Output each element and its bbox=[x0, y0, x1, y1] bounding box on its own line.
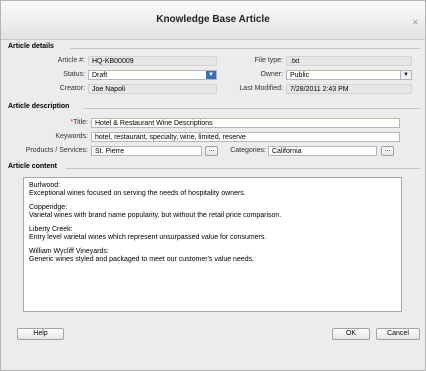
article-number-label: Article #: bbox=[57, 57, 85, 64]
dialog-title: Knowledge Base Article bbox=[156, 14, 270, 25]
article-description-heading: Article description bbox=[8, 103, 73, 110]
creator-field: Joe Napoli bbox=[88, 84, 217, 94]
status-value: Draft bbox=[92, 72, 108, 79]
products-browse-button[interactable]: ... bbox=[205, 146, 218, 156]
products-services-label: Products / Services: bbox=[25, 147, 88, 154]
section-divider bbox=[66, 168, 420, 169]
file-type-field: .txt bbox=[286, 56, 412, 66]
dialog-titlebar: Knowledge Base Article × bbox=[1, 1, 425, 40]
chevron-down-icon[interactable]: ▼ bbox=[400, 71, 411, 79]
categories-input[interactable]: California bbox=[268, 146, 377, 156]
article-number-field: HQ-KB00009 bbox=[88, 56, 217, 66]
article-content-heading: Article content bbox=[8, 163, 61, 170]
creator-label: Creator: bbox=[59, 85, 85, 92]
status-label: Status: bbox=[63, 71, 85, 78]
file-type-label: File type: bbox=[254, 57, 283, 64]
owner-select[interactable]: Public ▼ bbox=[286, 70, 412, 80]
cancel-button[interactable]: Cancel bbox=[376, 328, 420, 340]
owner-value: Public bbox=[290, 72, 310, 79]
content-paragraph: Copperidge: Varietal wines with brand na… bbox=[29, 204, 282, 219]
section-divider bbox=[84, 108, 420, 109]
keywords-label: Keywords: bbox=[55, 133, 88, 140]
title-label: *Title: bbox=[21, 119, 88, 126]
kb-article-dialog: Knowledge Base Article × Article details… bbox=[0, 0, 426, 371]
categories-label: Categories: bbox=[230, 147, 266, 154]
content-paragraph: Liberty Creek: Entry level varietal wine… bbox=[29, 226, 267, 241]
owner-label: Owner: bbox=[260, 71, 283, 78]
title-label-text: Title: bbox=[73, 119, 88, 126]
last-modified-label: Last Modified: bbox=[239, 85, 283, 92]
products-services-input[interactable]: St. Pierre bbox=[91, 146, 202, 156]
article-details-heading: Article details bbox=[8, 43, 57, 50]
categories-browse-button[interactable]: ... bbox=[381, 146, 394, 156]
section-divider bbox=[70, 48, 420, 49]
help-button[interactable]: Help bbox=[17, 328, 64, 340]
article-content-editor[interactable]: Burlwood: Exceptional wines focused on s… bbox=[23, 177, 402, 312]
keywords-input[interactable]: hotel, restaurant, specialty, wine, limi… bbox=[91, 132, 400, 142]
chevron-down-icon[interactable]: ▼ bbox=[206, 71, 216, 79]
content-paragraph: William Wycliff Vineyards: Generic wines… bbox=[29, 248, 255, 263]
ok-button[interactable]: OK bbox=[332, 328, 370, 340]
last-modified-field: 7/28/2011 2:43 PM bbox=[286, 84, 412, 94]
content-paragraph: Burlwood: Exceptional wines focused on s… bbox=[29, 182, 246, 197]
close-icon[interactable]: × bbox=[413, 17, 418, 27]
status-select[interactable]: Draft ▼ bbox=[88, 70, 217, 80]
title-input[interactable]: Hotel & Restaurant Wine Descriptions bbox=[91, 118, 400, 128]
